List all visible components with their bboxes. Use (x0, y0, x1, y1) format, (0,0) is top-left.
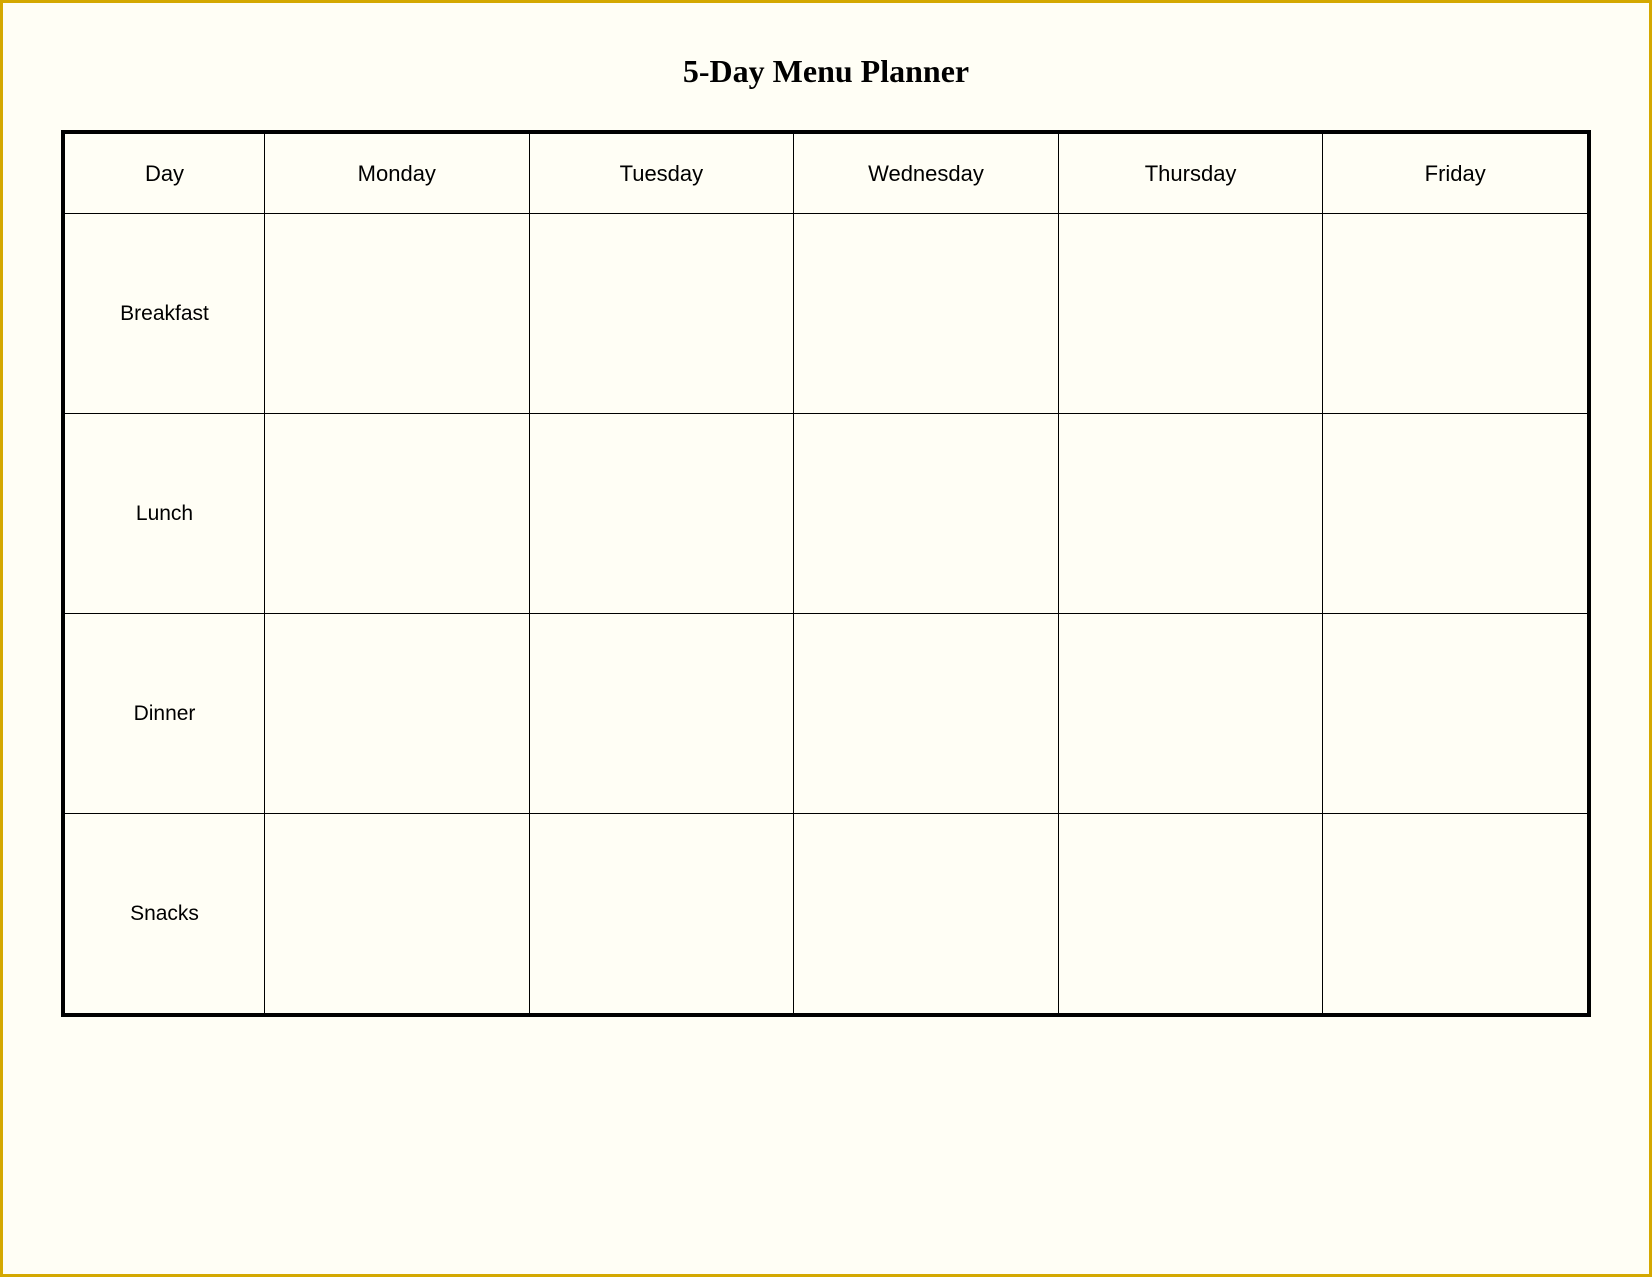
cell-snacks-monday[interactable] (265, 814, 530, 1014)
label-lunch: Lunch (65, 414, 265, 614)
cell-lunch-tuesday[interactable] (529, 414, 794, 614)
cell-dinner-thursday[interactable] (1058, 614, 1323, 814)
row-lunch: Lunch (65, 414, 1588, 614)
cell-breakfast-thursday[interactable] (1058, 214, 1323, 414)
cell-breakfast-friday[interactable] (1323, 214, 1588, 414)
planner-table: Day Monday Tuesday Wednesday Thursday Fr… (64, 133, 1588, 1014)
header-tuesday: Tuesday (529, 134, 794, 214)
header-day: Day (65, 134, 265, 214)
cell-dinner-monday[interactable] (265, 614, 530, 814)
cell-snacks-friday[interactable] (1323, 814, 1588, 1014)
cell-breakfast-tuesday[interactable] (529, 214, 794, 414)
cell-lunch-monday[interactable] (265, 414, 530, 614)
cell-snacks-thursday[interactable] (1058, 814, 1323, 1014)
label-breakfast: Breakfast (65, 214, 265, 414)
cell-dinner-tuesday[interactable] (529, 614, 794, 814)
header-wednesday: Wednesday (794, 134, 1059, 214)
page-title: 5-Day Menu Planner (683, 53, 969, 90)
planner-table-container: Day Monday Tuesday Wednesday Thursday Fr… (61, 130, 1591, 1017)
cell-lunch-thursday[interactable] (1058, 414, 1323, 614)
cell-snacks-wednesday[interactable] (794, 814, 1059, 1014)
row-snacks: Snacks (65, 814, 1588, 1014)
row-breakfast: Breakfast (65, 214, 1588, 414)
header-row: Day Monday Tuesday Wednesday Thursday Fr… (65, 134, 1588, 214)
label-snacks: Snacks (65, 814, 265, 1014)
cell-lunch-wednesday[interactable] (794, 414, 1059, 614)
header-friday: Friday (1323, 134, 1588, 214)
cell-dinner-wednesday[interactable] (794, 614, 1059, 814)
header-monday: Monday (265, 134, 530, 214)
header-thursday: Thursday (1058, 134, 1323, 214)
cell-breakfast-wednesday[interactable] (794, 214, 1059, 414)
row-dinner: Dinner (65, 614, 1588, 814)
cell-breakfast-monday[interactable] (265, 214, 530, 414)
cell-dinner-friday[interactable] (1323, 614, 1588, 814)
cell-lunch-friday[interactable] (1323, 414, 1588, 614)
label-dinner: Dinner (65, 614, 265, 814)
cell-snacks-tuesday[interactable] (529, 814, 794, 1014)
